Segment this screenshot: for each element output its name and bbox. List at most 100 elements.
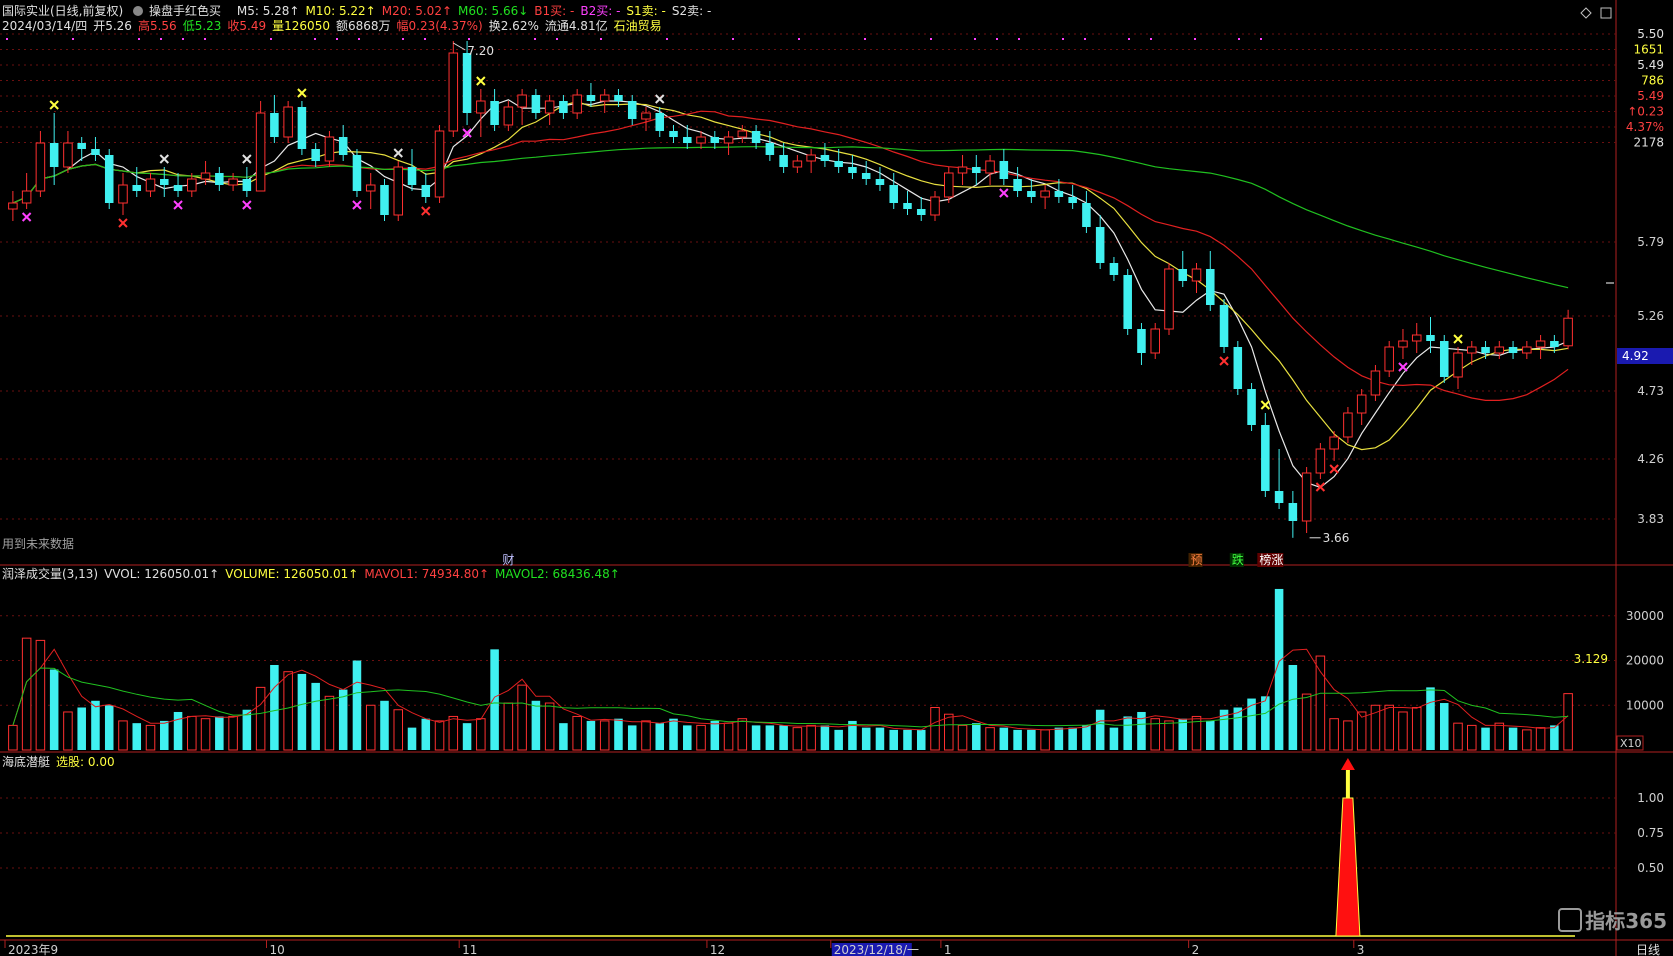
- signal-cross-mark: [173, 200, 183, 210]
- signal-dot: [666, 38, 668, 40]
- volume-tick-label: 10000: [1626, 698, 1664, 712]
- volume-bar: [462, 723, 472, 750]
- candle-body: [407, 167, 417, 185]
- candle-body: [834, 161, 843, 167]
- price-top-label: 786: [1641, 74, 1664, 88]
- price-tick-label: 4.26: [1637, 452, 1664, 466]
- volume-bar: [160, 720, 169, 750]
- volume-bar: [215, 716, 224, 750]
- candle-body: [779, 155, 788, 167]
- candle-body: [614, 95, 623, 101]
- volume-bar: [1467, 724, 1477, 751]
- candle-body: [861, 173, 871, 179]
- candle-body: [77, 143, 86, 149]
- signal-dot: [270, 38, 272, 40]
- volume-bar: [8, 724, 18, 751]
- xaxis-label: 2023/12/18/一: [834, 943, 919, 956]
- volume-bar: [1494, 722, 1505, 751]
- candle-body: [434, 130, 445, 198]
- candle-body: [242, 179, 252, 191]
- die-badge: 跌: [1232, 552, 1244, 567]
- candle-body: [765, 143, 775, 155]
- volume-bar: [242, 709, 252, 750]
- candle-body: [270, 113, 279, 137]
- candle-body: [228, 178, 238, 186]
- signal-cross-mark: [1260, 400, 1271, 410]
- signal-dot: [138, 38, 140, 40]
- candle-body: [1082, 203, 1091, 227]
- xaxis-label: 2023年9: [8, 943, 58, 956]
- signal-cross-mark: [1219, 356, 1229, 366]
- current-price-label: 4.92: [1622, 349, 1649, 363]
- volume-bar: [614, 718, 623, 750]
- volume-bar: [889, 729, 898, 750]
- candle-body: [35, 142, 46, 192]
- volume-bar: [1247, 698, 1256, 750]
- maximize-icon: [1600, 7, 1612, 19]
- candle-body: [1508, 347, 1518, 353]
- volume-bar: [145, 724, 156, 751]
- signal-cross-mark: [352, 200, 362, 210]
- candle-body: [903, 203, 912, 209]
- volume-bar: [324, 695, 335, 751]
- xaxis-label: 11: [462, 943, 477, 956]
- volume-bar: [1040, 729, 1050, 751]
- signal-dot: [468, 38, 470, 40]
- ma60-line: [12, 146, 1569, 289]
- volume-bar: [49, 669, 59, 750]
- volume-bar: [311, 682, 320, 750]
- yu-badge: 预: [1191, 553, 1203, 567]
- candle-body: [1370, 370, 1381, 396]
- price-top-label: 4.37%: [1626, 120, 1664, 134]
- candle-body: [1535, 340, 1546, 348]
- volume-bar: [421, 718, 431, 750]
- volume-bar: [1329, 718, 1339, 751]
- candle-body: [297, 107, 307, 149]
- volume-bar: [999, 727, 1009, 750]
- volume-bar: [77, 707, 86, 750]
- candle-body: [1040, 190, 1050, 198]
- candle-body: [737, 130, 748, 138]
- signal-dot: [160, 38, 162, 40]
- volume-bar: [751, 725, 761, 750]
- price-top-label: 5.49: [1637, 58, 1664, 72]
- signal-dot: [864, 38, 866, 40]
- candle-body: [503, 106, 514, 126]
- volume-bar: [132, 723, 142, 750]
- volume-bar: [407, 727, 417, 750]
- candle-body: [985, 160, 995, 174]
- volume-bar: [806, 724, 816, 751]
- volume-bar: [1164, 720, 1174, 751]
- candle-body: [21, 190, 32, 204]
- volume-bar: [448, 715, 459, 751]
- volume-bar: [1233, 707, 1243, 750]
- xaxis-label: 10: [270, 943, 285, 956]
- volume-bar: [1439, 703, 1449, 750]
- candle-body: [889, 185, 898, 203]
- signal-dot: [1084, 38, 1086, 40]
- candlestick-series: [8, 41, 1573, 538]
- price-top-label: ↑0.23: [1627, 105, 1664, 119]
- price-top-label: 1651: [1633, 43, 1664, 57]
- candle-body: [1191, 268, 1202, 282]
- signal-dot: [732, 38, 734, 40]
- signal-dot: [930, 38, 932, 40]
- volume-bar: [297, 673, 307, 750]
- volume-bar: [1261, 696, 1270, 750]
- volume-bar: [599, 720, 610, 751]
- candle-body: [63, 142, 73, 168]
- volume-bar: [1426, 687, 1435, 750]
- candle-body: [1343, 412, 1353, 438]
- candle-body: [1206, 269, 1215, 305]
- volume-bar: [1384, 704, 1394, 751]
- volume-bar: [972, 723, 981, 750]
- volume-bar: [503, 702, 514, 751]
- candle-body: [1054, 191, 1064, 197]
- stock-chart[interactable]: 5.795.264.734.263.835.5016515.497865.49↑…: [0, 0, 1673, 956]
- signal-cross-mark: [242, 200, 252, 210]
- candle-body: [1315, 448, 1326, 474]
- volume-bar: [1013, 729, 1022, 750]
- candle-body: [1137, 329, 1146, 353]
- candle-body: [586, 95, 596, 101]
- candle-body: [173, 185, 183, 191]
